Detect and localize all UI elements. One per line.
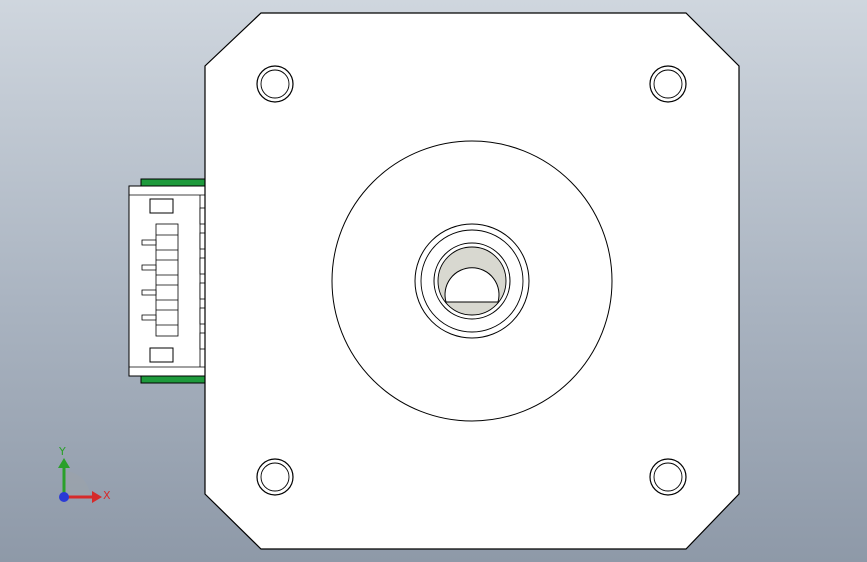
connector-latch-bottom bbox=[149, 347, 174, 363]
graphics-viewport[interactable]: Y X bbox=[0, 0, 867, 562]
x-axis-label: X bbox=[103, 489, 111, 502]
model-view[interactable]: Y X bbox=[0, 0, 867, 562]
shaft-assembly[interactable] bbox=[414, 223, 530, 339]
mounting-hole-top-right[interactable] bbox=[649, 65, 687, 103]
coordinate-triad-icon: Y X bbox=[58, 445, 111, 503]
mounting-hole-bottom-left[interactable] bbox=[256, 458, 294, 496]
connector[interactable] bbox=[128, 178, 206, 384]
connector-latch-top bbox=[149, 198, 174, 214]
mounting-hole-top-left[interactable] bbox=[256, 65, 294, 103]
y-axis-label: Y bbox=[58, 445, 66, 458]
z-axis-dot bbox=[59, 492, 69, 502]
mounting-hole-bottom-right[interactable] bbox=[649, 458, 687, 496]
